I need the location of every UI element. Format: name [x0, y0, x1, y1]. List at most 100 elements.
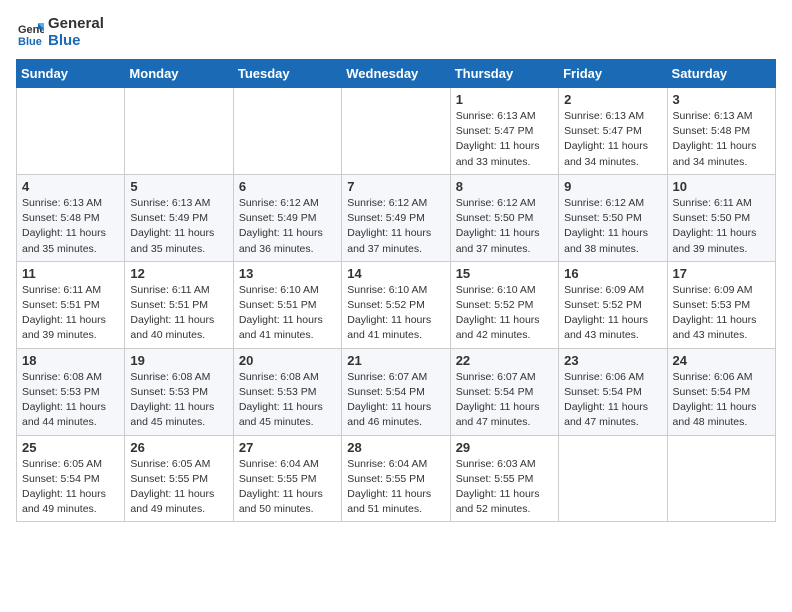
- calendar-cell: 18 Sunrise: 6:08 AM Sunset: 5:53 PM Dayli…: [17, 348, 125, 435]
- day-header-friday: Friday: [559, 60, 667, 88]
- logo-line1: General: [48, 16, 104, 33]
- day-header-sunday: Sunday: [17, 60, 125, 88]
- day-number: 23: [564, 353, 661, 368]
- calendar-cell: 19 Sunrise: 6:08 AM Sunset: 5:53 PM Dayli…: [125, 348, 233, 435]
- logo-icon: General Blue: [16, 19, 44, 47]
- calendar-cell: 22 Sunrise: 6:07 AM Sunset: 5:54 PM Dayli…: [450, 348, 558, 435]
- day-info: Sunrise: 6:13 AM Sunset: 5:48 PM Dayligh…: [673, 109, 770, 170]
- day-info: Sunrise: 6:12 AM Sunset: 5:49 PM Dayligh…: [347, 196, 444, 257]
- day-info: Sunrise: 6:04 AM Sunset: 5:55 PM Dayligh…: [347, 457, 444, 518]
- day-info: Sunrise: 6:05 AM Sunset: 5:54 PM Dayligh…: [22, 457, 119, 518]
- logo: General Blue General Blue: [16, 16, 104, 49]
- day-number: 26: [130, 440, 227, 455]
- day-info: Sunrise: 6:10 AM Sunset: 5:52 PM Dayligh…: [456, 283, 553, 344]
- day-number: 28: [347, 440, 444, 455]
- day-number: 2: [564, 92, 661, 107]
- calendar-cell: 9Sunrise: 6:12 AM Sunset: 5:50 PM Daylig…: [559, 174, 667, 261]
- calendar-cell: 28 Sunrise: 6:04 AM Sunset: 5:55 PM Dayli…: [342, 435, 450, 522]
- calendar-week-5: 25 Sunrise: 6:05 AM Sunset: 5:54 PM Dayli…: [17, 435, 776, 522]
- day-info: Sunrise: 6:11 AM Sunset: 5:50 PM Dayligh…: [673, 196, 770, 257]
- calendar-cell: 13 Sunrise: 6:10 AM Sunset: 5:51 PM Dayli…: [233, 261, 341, 348]
- day-info: Sunrise: 6:10 AM Sunset: 5:51 PM Dayligh…: [239, 283, 336, 344]
- day-number: 25: [22, 440, 119, 455]
- logo-line2: Blue: [48, 33, 104, 50]
- day-info: Sunrise: 6:03 AM Sunset: 5:55 PM Dayligh…: [456, 457, 553, 518]
- day-number: 1: [456, 92, 553, 107]
- calendar-cell: [667, 435, 775, 522]
- calendar-cell: 8Sunrise: 6:12 AM Sunset: 5:50 PM Daylig…: [450, 174, 558, 261]
- calendar-cell: 2 Sunrise: 6:13 AM Sunset: 5:47 PM Daylig…: [559, 88, 667, 175]
- calendar-cell: [233, 88, 341, 175]
- day-header-monday: Monday: [125, 60, 233, 88]
- calendar-cell: 3 Sunrise: 6:13 AM Sunset: 5:48 PM Daylig…: [667, 88, 775, 175]
- day-number: 6: [239, 179, 336, 194]
- day-info: Sunrise: 6:08 AM Sunset: 5:53 PM Dayligh…: [22, 370, 119, 431]
- day-info: Sunrise: 6:10 AM Sunset: 5:52 PM Dayligh…: [347, 283, 444, 344]
- day-info: Sunrise: 6:09 AM Sunset: 5:52 PM Dayligh…: [564, 283, 661, 344]
- day-info: Sunrise: 6:06 AM Sunset: 5:54 PM Dayligh…: [564, 370, 661, 431]
- calendar-cell: 15Sunrise: 6:10 AM Sunset: 5:52 PM Dayli…: [450, 261, 558, 348]
- calendar-cell: 27 Sunrise: 6:04 AM Sunset: 5:55 PM Dayli…: [233, 435, 341, 522]
- calendar-cell: 25 Sunrise: 6:05 AM Sunset: 5:54 PM Dayli…: [17, 435, 125, 522]
- day-number: 18: [22, 353, 119, 368]
- calendar-cell: 24 Sunrise: 6:06 AM Sunset: 5:54 PM Dayli…: [667, 348, 775, 435]
- day-info: Sunrise: 6:13 AM Sunset: 5:47 PM Dayligh…: [564, 109, 661, 170]
- day-info: Sunrise: 6:07 AM Sunset: 5:54 PM Dayligh…: [456, 370, 553, 431]
- calendar-cell: [342, 88, 450, 175]
- calendar-week-3: 11 Sunrise: 6:11 AM Sunset: 5:51 PM Dayli…: [17, 261, 776, 348]
- calendar-cell: [125, 88, 233, 175]
- day-info: Sunrise: 6:09 AM Sunset: 5:53 PM Dayligh…: [673, 283, 770, 344]
- day-number: 11: [22, 266, 119, 281]
- calendar-cell: 10 Sunrise: 6:11 AM Sunset: 5:50 PM Dayli…: [667, 174, 775, 261]
- calendar-cell: 23 Sunrise: 6:06 AM Sunset: 5:54 PM Dayli…: [559, 348, 667, 435]
- calendar-week-2: 4Sunrise: 6:13 AM Sunset: 5:48 PM Daylig…: [17, 174, 776, 261]
- day-info: Sunrise: 6:08 AM Sunset: 5:53 PM Dayligh…: [239, 370, 336, 431]
- day-number: 27: [239, 440, 336, 455]
- day-number: 20: [239, 353, 336, 368]
- day-info: Sunrise: 6:07 AM Sunset: 5:54 PM Dayligh…: [347, 370, 444, 431]
- calendar-header-row: SundayMondayTuesdayWednesdayThursdayFrid…: [17, 60, 776, 88]
- day-number: 14: [347, 266, 444, 281]
- day-info: Sunrise: 6:11 AM Sunset: 5:51 PM Dayligh…: [130, 283, 227, 344]
- calendar-cell: 21 Sunrise: 6:07 AM Sunset: 5:54 PM Dayli…: [342, 348, 450, 435]
- calendar-cell: 6 Sunrise: 6:12 AM Sunset: 5:49 PM Daylig…: [233, 174, 341, 261]
- day-number: 21: [347, 353, 444, 368]
- day-info: Sunrise: 6:04 AM Sunset: 5:55 PM Dayligh…: [239, 457, 336, 518]
- day-number: 10: [673, 179, 770, 194]
- calendar-cell: 29 Sunrise: 6:03 AM Sunset: 5:55 PM Dayli…: [450, 435, 558, 522]
- day-number: 7: [347, 179, 444, 194]
- day-info: Sunrise: 6:06 AM Sunset: 5:54 PM Dayligh…: [673, 370, 770, 431]
- day-info: Sunrise: 6:11 AM Sunset: 5:51 PM Dayligh…: [22, 283, 119, 344]
- calendar-cell: 5 Sunrise: 6:13 AM Sunset: 5:49 PM Daylig…: [125, 174, 233, 261]
- calendar-cell: 7 Sunrise: 6:12 AM Sunset: 5:49 PM Daylig…: [342, 174, 450, 261]
- calendar-cell: 14 Sunrise: 6:10 AM Sunset: 5:52 PM Dayli…: [342, 261, 450, 348]
- day-header-saturday: Saturday: [667, 60, 775, 88]
- calendar-cell: 17 Sunrise: 6:09 AM Sunset: 5:53 PM Dayli…: [667, 261, 775, 348]
- day-number: 22: [456, 353, 553, 368]
- day-number: 8: [456, 179, 553, 194]
- page-header: General Blue General Blue: [16, 16, 776, 49]
- calendar-week-1: 1 Sunrise: 6:13 AM Sunset: 5:47 PM Daylig…: [17, 88, 776, 175]
- day-number: 5: [130, 179, 227, 194]
- day-header-wednesday: Wednesday: [342, 60, 450, 88]
- day-number: 29: [456, 440, 553, 455]
- day-info: Sunrise: 6:13 AM Sunset: 5:49 PM Dayligh…: [130, 196, 227, 257]
- day-number: 17: [673, 266, 770, 281]
- calendar-cell: 20 Sunrise: 6:08 AM Sunset: 5:53 PM Dayli…: [233, 348, 341, 435]
- calendar-cell: [17, 88, 125, 175]
- day-number: 4: [22, 179, 119, 194]
- day-info: Sunrise: 6:12 AM Sunset: 5:49 PM Dayligh…: [239, 196, 336, 257]
- calendar-cell: 12Sunrise: 6:11 AM Sunset: 5:51 PM Dayli…: [125, 261, 233, 348]
- day-number: 24: [673, 353, 770, 368]
- calendar-cell: 26Sunrise: 6:05 AM Sunset: 5:55 PM Dayli…: [125, 435, 233, 522]
- day-number: 19: [130, 353, 227, 368]
- day-number: 9: [564, 179, 661, 194]
- day-info: Sunrise: 6:08 AM Sunset: 5:53 PM Dayligh…: [130, 370, 227, 431]
- svg-text:Blue: Blue: [18, 36, 42, 47]
- calendar-cell: [559, 435, 667, 522]
- day-number: 16: [564, 266, 661, 281]
- day-number: 3: [673, 92, 770, 107]
- calendar-cell: 16 Sunrise: 6:09 AM Sunset: 5:52 PM Dayli…: [559, 261, 667, 348]
- day-number: 13: [239, 266, 336, 281]
- calendar-week-4: 18 Sunrise: 6:08 AM Sunset: 5:53 PM Dayli…: [17, 348, 776, 435]
